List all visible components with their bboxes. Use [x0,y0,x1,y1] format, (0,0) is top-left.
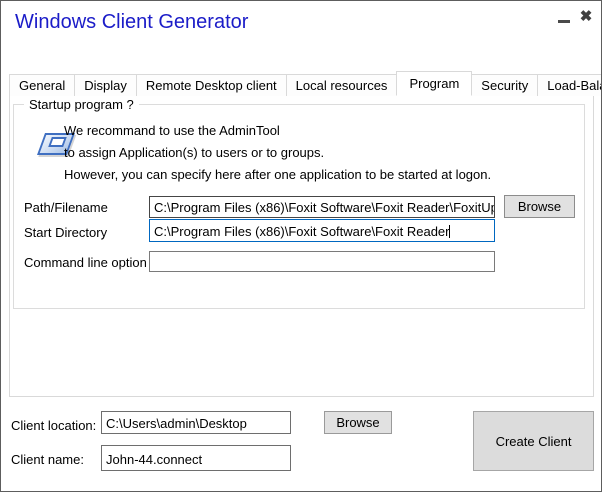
window-title: Windows Client Generator [15,11,248,34]
tab-program[interactable]: Program [396,71,472,96]
client-location-label: Client location: [11,418,96,433]
windows-client-generator-dialog: Windows Client Generator ✖ General Displ… [0,0,602,492]
startup-program-groupbox: Startup program ? We recommand to use th… [13,104,585,309]
startup-info-text: We recommand to use the AdminTool to ass… [64,120,491,186]
command-line-option-label: Command line option [24,255,147,270]
start-directory-input[interactable]: C:\Program Files (x86)\Foxit Software\Fo… [149,219,495,242]
tab-general[interactable]: General [9,74,75,96]
tab-display[interactable]: Display [74,74,137,96]
tab-load-balancing[interactable]: Load-Balancing [537,74,602,96]
create-client-button[interactable]: Create Client [473,411,594,471]
groupbox-title: Startup program ? [24,97,139,112]
close-button[interactable]: ✖ [577,7,595,25]
tab-security[interactable]: Security [471,74,538,96]
tab-bar: General Display Remote Desktop client Lo… [9,71,602,96]
browse-location-button[interactable]: Browse [324,411,392,434]
close-icon: ✖ [580,7,593,25]
tab-local-resources[interactable]: Local resources [286,74,398,96]
minimize-button[interactable] [555,9,573,27]
info-line-1: We recommand to use the AdminTool [64,120,491,142]
text-caret [449,225,450,238]
info-line-3: However, you can specify here after one … [64,164,491,186]
browse-path-button[interactable]: Browse [504,195,575,218]
client-location-input[interactable]: C:\Users\admin\Desktop [101,411,291,434]
tab-remote-desktop-client[interactable]: Remote Desktop client [136,74,287,96]
command-line-option-input[interactable] [149,251,495,272]
client-name-label: Client name: [11,452,84,467]
minimize-icon [558,20,570,23]
info-line-2: to assign Application(s) to users or to … [64,142,491,164]
client-name-input[interactable]: John-44.connect [101,445,291,471]
path-filename-label: Path/Filename [24,200,108,215]
path-filename-input[interactable]: C:\Program Files (x86)\Foxit Software\Fo… [149,196,495,218]
start-directory-label: Start Directory [24,225,107,240]
